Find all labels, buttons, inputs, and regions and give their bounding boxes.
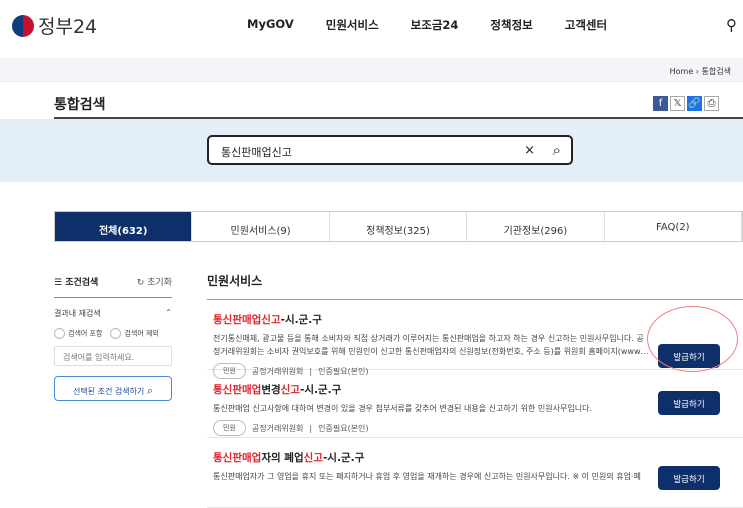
- breadcrumb-current: 통합검색: [701, 67, 731, 76]
- link-icon[interactable]: 🔗: [687, 96, 702, 111]
- tab-policy[interactable]: 정책정보(325): [330, 212, 468, 241]
- main-nav: MyGOV 민원서비스 보조금24 정책정보 고객센터: [247, 17, 639, 33]
- item-title[interactable]: 통신판매업자의 폐업신고-시.군.구: [213, 450, 743, 465]
- item-desc: 통신판매업 신고사항에 대하여 변경이 있을 경우 첨부서류를 갖추어 변경된 …: [213, 404, 592, 413]
- filter-sidebar: ☰ 조건검색 ↻ 초기화 결과내 재검색 ⌃ 검색어 포함 검색어 제외 검색어를 …: [54, 275, 172, 401]
- print-icon[interactable]: ⎙: [704, 96, 719, 111]
- search-icon: ⌕: [146, 384, 154, 397]
- refine-section-label: 결과내 재검색: [54, 309, 101, 318]
- reset-label: 초기화: [147, 278, 172, 288]
- apply-filter-label: 선택된 조건 검색하기: [72, 387, 145, 396]
- nav-policy[interactable]: 정책정보: [490, 17, 532, 33]
- item-desc: 통신판매업자가 그 영업을 휴지 또는 폐지하거나 휴업 후 영업을 재개하는 …: [213, 472, 641, 481]
- exclude-label: 검색어 제외: [124, 329, 159, 338]
- search-input[interactable]: 통신판매업신고 × ⌕: [207, 135, 573, 165]
- search-value[interactable]: 통신판매업신고: [221, 146, 292, 159]
- nav-subsidy[interactable]: 보조금24: [411, 17, 459, 33]
- category-chip: 민원: [213, 420, 246, 436]
- issue-button[interactable]: 발급하기: [658, 391, 720, 415]
- org: 공정거래위원회: [251, 423, 304, 433]
- logo[interactable]: 정부24: [12, 12, 97, 39]
- result-tabs: 전체(632) 민원서비스(9) 정책정보(325) 기관정보(296) FAQ…: [54, 211, 743, 242]
- page-title: 통합검색: [54, 97, 106, 113]
- clear-icon[interactable]: ×: [524, 143, 535, 158]
- highlight-circle-annotation: [647, 306, 738, 372]
- tab-civil-service[interactable]: 민원서비스(9): [192, 212, 330, 241]
- search-submit-icon[interactable]: ⌕: [553, 141, 561, 159]
- filter-icon: ☰: [54, 278, 66, 288]
- search-icon[interactable]: ⚲: [726, 16, 737, 34]
- x-icon[interactable]: 𝕏: [670, 96, 685, 111]
- breadcrumb-separator: ›: [695, 67, 699, 76]
- issue-button[interactable]: 발급하기: [658, 466, 720, 490]
- filter-title: 조건검색: [65, 278, 99, 288]
- chevron-up-icon[interactable]: ⌃: [165, 308, 172, 319]
- list-item: 통신판매업변경신고-시.군.구 통신판매업 신고사항에 대하여 변경이 있을 경…: [207, 370, 743, 438]
- breadcrumb-home[interactable]: Home: [670, 67, 694, 76]
- header: 정부24 MyGOV 민원서비스 보조금24 정책정보 고객센터 ⚲: [0, 0, 743, 50]
- nav-civil-service[interactable]: 민원서비스: [326, 17, 379, 33]
- apply-filter-button[interactable]: 선택된 조건 검색하기 ⌕: [54, 376, 172, 401]
- list-item: 통신판매업자의 폐업신고-시.군.구 통신판매업자가 그 영업을 휴지 또는 폐…: [207, 438, 743, 508]
- tab-faq[interactable]: FAQ(2): [605, 212, 743, 241]
- section-title: 민원서비스: [207, 272, 743, 300]
- tab-agency[interactable]: 기관정보(296): [467, 212, 605, 241]
- nav-customer-center[interactable]: 고객센터: [565, 17, 607, 33]
- auth: 인증필요(본인): [318, 423, 369, 433]
- reset-button[interactable]: ↻ 초기화: [137, 275, 172, 288]
- include-label: 검색어 포함: [68, 329, 103, 338]
- tab-all[interactable]: 전체(632): [55, 212, 193, 241]
- results: 민원서비스 통신판매업신고-시.군.구 전기통신매체, 광고물 등을 통해 소비…: [207, 272, 743, 508]
- exclude-radio[interactable]: 검색어 제외: [110, 328, 159, 339]
- item-desc: 전기통신매체, 광고물 등을 통해 소비자와 직접 상거래가 이루어지는 통신판…: [213, 334, 649, 356]
- facebook-icon[interactable]: f: [653, 96, 668, 111]
- share-bar: f 𝕏 🔗 ⎙: [653, 96, 719, 111]
- breadcrumb: Home › 통합검색: [0, 58, 743, 82]
- nav-mygov[interactable]: MyGOV: [247, 17, 294, 33]
- logo-text: 정부24: [38, 16, 98, 38]
- logo-emblem-icon: [12, 14, 34, 37]
- refine-input[interactable]: 검색어를 입력하세요.: [54, 346, 172, 366]
- include-radio[interactable]: 검색어 포함: [54, 328, 102, 339]
